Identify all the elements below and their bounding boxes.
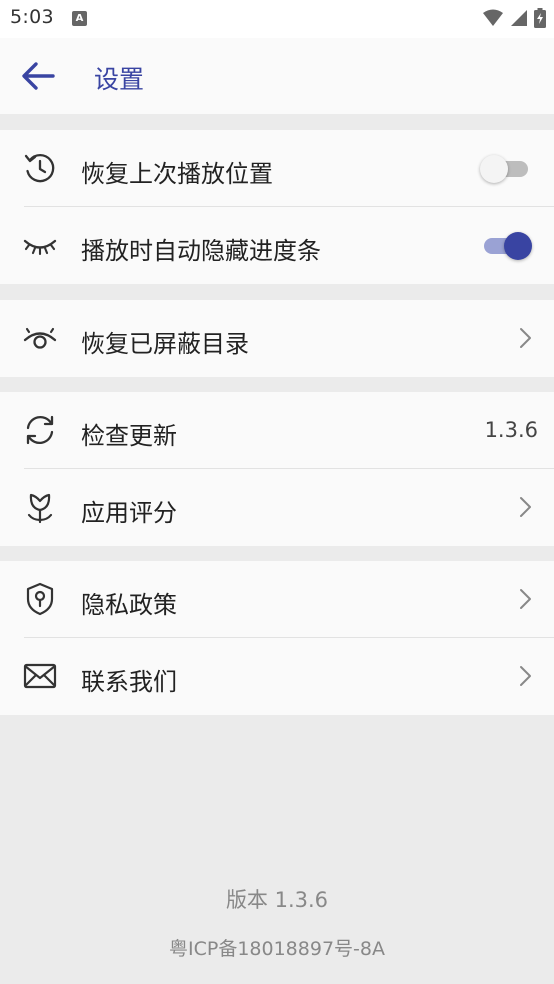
settings-row-contact-us[interactable]: 联系我们 (0, 638, 554, 715)
settings-row-resume-position[interactable]: 恢复上次播放位置 (0, 130, 554, 207)
settings-group-app: 检查更新 1.3.6 应用评分 (0, 392, 554, 546)
setting-label: 隐私政策 (81, 591, 177, 619)
setting-label: 播放时自动隐藏进度条 (81, 237, 321, 265)
settings-row-privacy-policy[interactable]: 隐私政策 (0, 561, 554, 638)
auto-hide-progress-toggle[interactable] (480, 229, 532, 261)
chevron-right-icon (520, 497, 531, 517)
status-bar: 5:03 A (0, 0, 554, 38)
app-version-text: 版本 1.3.6 (225, 888, 329, 912)
settings-row-rate-app[interactable]: 应用评分 (0, 469, 554, 546)
status-time: 5:03 (10, 6, 54, 28)
flower-icon (22, 489, 58, 525)
resume-position-toggle[interactable] (480, 152, 532, 184)
setting-label: 应用评分 (81, 499, 177, 527)
arrow-left-icon (22, 62, 55, 90)
signal-icon (511, 10, 527, 26)
mail-icon (22, 658, 58, 694)
toggle-thumb (504, 232, 532, 260)
settings-group-folders: 恢复已屏蔽目录 (0, 300, 554, 377)
settings-group-playback: 恢复上次播放位置 播放时自动隐藏进度条 (0, 130, 554, 284)
settings-row-restore-hidden-folders[interactable]: 恢复已屏蔽目录 (0, 300, 554, 377)
icp-license-text: 粤ICP备18018897号-8A (169, 938, 385, 960)
history-icon (22, 150, 58, 186)
refresh-icon (22, 412, 58, 448)
page-title: 设置 (94, 65, 145, 94)
eye-closed-icon (22, 227, 58, 263)
a-icon: A (72, 11, 87, 26)
chevron-right-icon (520, 589, 531, 609)
current-version-value: 1.3.6 (484, 418, 538, 442)
setting-label: 联系我们 (81, 668, 177, 696)
setting-label: 检查更新 (81, 422, 177, 450)
setting-label: 恢复上次播放位置 (81, 160, 273, 188)
toggle-thumb (480, 155, 508, 183)
battery-charging-icon (534, 8, 546, 28)
settings-group-about: 隐私政策 联系我们 (0, 561, 554, 715)
chevron-right-icon (520, 666, 531, 686)
shield-icon (22, 581, 58, 617)
eye-icon (22, 320, 58, 356)
status-icons (482, 8, 546, 28)
setting-label: 恢复已屏蔽目录 (81, 330, 249, 358)
app-bar: 设置 (0, 38, 554, 114)
wifi-icon (483, 9, 503, 26)
settings-row-auto-hide-progress[interactable]: 播放时自动隐藏进度条 (0, 207, 554, 284)
back-button[interactable] (16, 54, 60, 98)
settings-row-check-update[interactable]: 检查更新 1.3.6 (0, 392, 554, 469)
chevron-right-icon (520, 328, 531, 348)
